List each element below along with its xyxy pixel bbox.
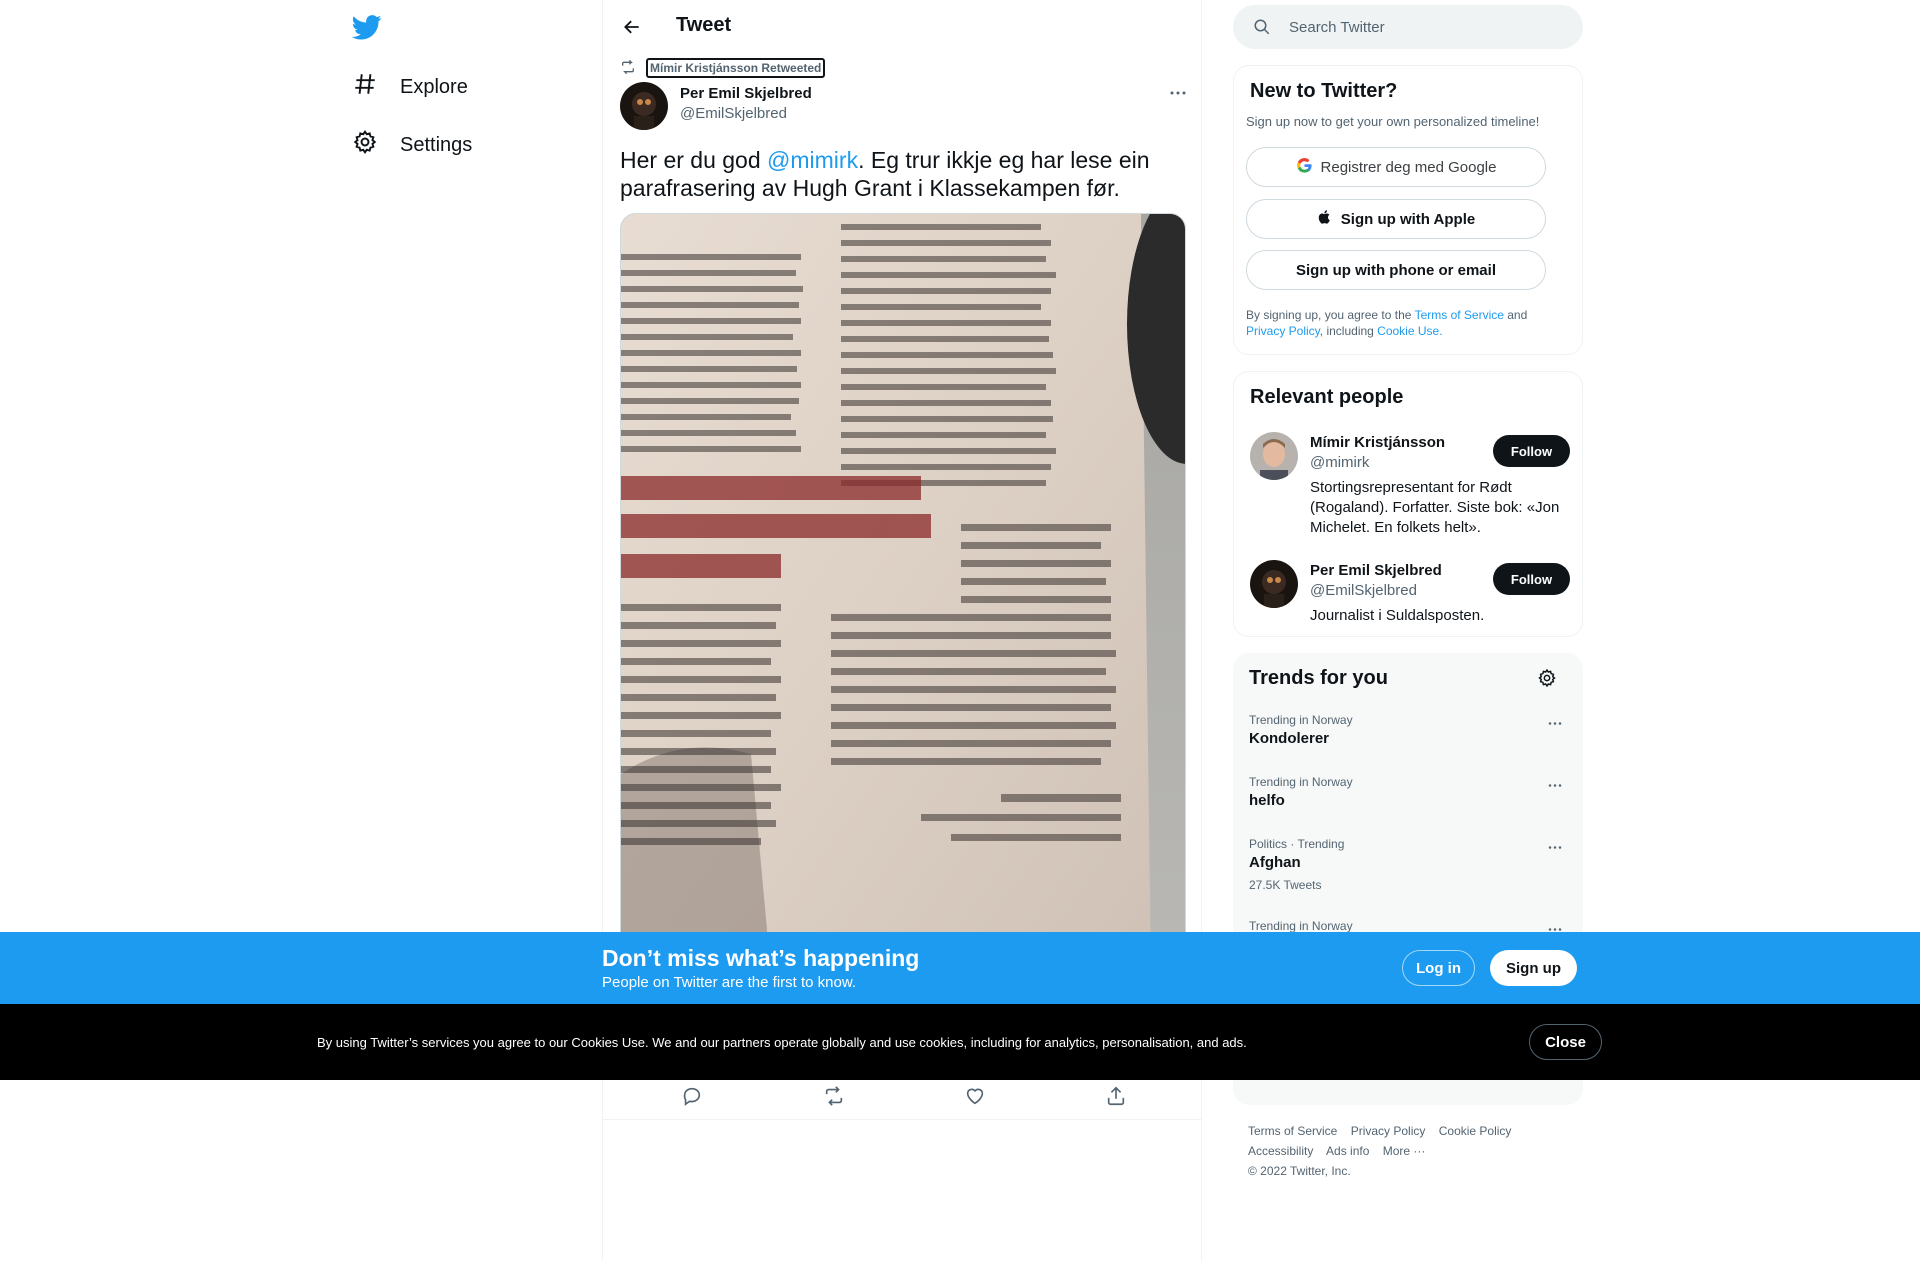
signup-button[interactable]: Sign up	[1490, 950, 1577, 986]
search-input[interactable]	[1289, 5, 1569, 49]
more-options-icon[interactable]	[1543, 715, 1567, 731]
card-title: Trends for you	[1249, 667, 1388, 689]
avatar[interactable]	[1250, 560, 1298, 608]
trend-item[interactable]: Trending in Norway Kondolerer	[1249, 713, 1567, 747]
google-signup-button[interactable]: Registrer deg med Google	[1246, 147, 1546, 187]
hashtag-icon	[352, 71, 378, 103]
terms-link[interactable]: Terms of Service	[1415, 308, 1504, 322]
person-bio: Stortingsrepresentant for Rødt (Rogaland…	[1310, 479, 1560, 536]
trend-item[interactable]: Trending in Norway	[1249, 919, 1567, 933]
banner-subtitle: People on Twitter are the first to know.	[602, 974, 857, 991]
relevant-people-card: Relevant people Mímir Kristjánsson @mimi…	[1233, 371, 1583, 637]
close-button[interactable]: Close	[1529, 1024, 1602, 1060]
trend-tweet-count: 27.5K Tweets	[1249, 878, 1322, 892]
tweet-photo[interactable]	[620, 213, 1186, 973]
trend-name: Afghan	[1249, 854, 1301, 871]
relevant-person[interactable]: Mímir Kristjánsson @mimirk Stortingsrepr…	[1250, 432, 1570, 542]
page-title: Tweet	[676, 14, 732, 36]
trend-meta: Politics · Trending	[1249, 837, 1345, 851]
mention-link[interactable]: @mimirk	[767, 147, 858, 173]
follow-button[interactable]: Follow	[1493, 563, 1570, 595]
phone-email-signup-button[interactable]: Sign up with phone or email	[1246, 250, 1546, 290]
footer-more-link[interactable]: More ···	[1383, 1144, 1426, 1158]
reply-icon[interactable]	[680, 1084, 704, 1108]
login-button[interactable]: Log in	[1402, 950, 1475, 986]
nav-item-label: Explore	[400, 75, 468, 98]
footer-privacy-link[interactable]: Privacy Policy	[1351, 1124, 1426, 1138]
more-options-icon[interactable]	[1543, 839, 1567, 855]
person-handle[interactable]: @EmilSkjelbred	[1310, 582, 1417, 599]
author-handle[interactable]: @EmilSkjelbred	[680, 105, 787, 122]
nav-item-label: Settings	[400, 133, 473, 156]
google-icon	[1296, 157, 1313, 178]
cookie-notice-text: By using Twitter’s services you agree to…	[317, 1035, 1247, 1050]
gear-icon	[352, 129, 378, 161]
share-icon[interactable]	[1104, 1084, 1128, 1108]
gear-icon[interactable]	[1535, 666, 1559, 690]
search-bar[interactable]	[1233, 5, 1583, 49]
author-avatar[interactable]	[620, 82, 668, 130]
google-signup-label: Registrer deg med Google	[1320, 158, 1497, 176]
trend-name: helfo	[1249, 792, 1285, 809]
new-to-twitter-card: New to Twitter? Sign up now to get your …	[1233, 65, 1583, 355]
trend-meta: Trending in Norway	[1249, 713, 1353, 727]
trend-name: Kondolerer	[1249, 730, 1330, 747]
footer-cookie-link[interactable]: Cookie Policy	[1439, 1124, 1512, 1138]
retweet-icon	[620, 59, 636, 78]
like-icon[interactable]	[963, 1084, 987, 1108]
more-options-icon[interactable]	[1163, 82, 1193, 104]
signup-banner: Don’t miss what’s happening People on Tw…	[0, 932, 1920, 1004]
footer-links: Terms of Service Privacy Policy Cookie P…	[1248, 1121, 1568, 1181]
legal-text: , including	[1319, 324, 1378, 338]
legal-text: and	[1503, 308, 1528, 322]
person-name[interactable]: Per Emil Skjelbred	[1310, 562, 1442, 579]
nav-item-settings[interactable]: Settings	[352, 121, 472, 169]
trend-meta: Trending in Norway	[1249, 919, 1353, 933]
retweeted-by-link[interactable]: Mímir Kristjánsson Retweeted	[646, 58, 826, 78]
apple-icon	[1317, 209, 1333, 229]
relevant-person[interactable]: Per Emil Skjelbred @EmilSkjelbred Journa…	[1250, 560, 1570, 630]
more-options-icon[interactable]	[1543, 777, 1567, 793]
person-handle[interactable]: @mimirk	[1310, 454, 1369, 471]
tweet-header: Tweet	[603, 0, 1201, 53]
apple-signup-button[interactable]: Sign up with Apple	[1246, 199, 1546, 239]
nav-item-explore[interactable]: Explore	[352, 63, 468, 111]
trend-meta: Trending in Norway	[1249, 775, 1353, 789]
phone-signup-label: Sign up with phone or email	[1295, 261, 1496, 279]
cookie-banner: By using Twitter’s services you agree to…	[0, 1004, 1920, 1080]
author-name[interactable]: Per Emil Skjelbred	[680, 85, 812, 102]
legal-text: By signing up, you agree to the	[1246, 308, 1415, 322]
back-arrow-icon[interactable]	[617, 12, 647, 42]
person-bio: Journalist i Suldalsposten.	[1310, 607, 1485, 624]
card-title: New to Twitter?	[1250, 80, 1398, 102]
copyright: © 2022 Twitter, Inc.	[1248, 1164, 1351, 1178]
person-name[interactable]: Mímir Kristjánsson	[1310, 434, 1445, 451]
trend-item[interactable]: Politics · Trending Afghan 27.5K Tweets	[1249, 837, 1567, 892]
footer-terms-link[interactable]: Terms of Service	[1248, 1124, 1337, 1138]
tweet-text: Her er du god @mimirk. Eg trur ikkje eg …	[620, 146, 1180, 202]
banner-title: Don’t miss what’s happening	[602, 945, 920, 971]
retweet-icon[interactable]	[822, 1084, 846, 1108]
apple-signup-label: Sign up with Apple	[1340, 210, 1476, 228]
footer-ads-link[interactable]: Ads info	[1326, 1144, 1369, 1158]
card-title: Relevant people	[1250, 386, 1404, 408]
cookie-use-link[interactable]: Cookie Use.	[1377, 324, 1442, 338]
tweet-text-part: Her er du god	[620, 147, 768, 173]
trend-item[interactable]: Trending in Norway helfo	[1249, 775, 1567, 809]
twitter-logo-icon[interactable]	[351, 12, 382, 42]
signup-legal-text: By signing up, you agree to the Terms of…	[1246, 307, 1566, 339]
follow-button[interactable]: Follow	[1493, 435, 1570, 467]
footer-accessibility-link[interactable]: Accessibility	[1248, 1144, 1313, 1158]
card-subtitle: Sign up now to get your own personalized…	[1246, 114, 1540, 129]
privacy-link[interactable]: Privacy Policy	[1246, 324, 1320, 338]
avatar[interactable]	[1250, 432, 1298, 480]
retweet-context: Mímir Kristjánsson Retweeted	[620, 58, 826, 78]
